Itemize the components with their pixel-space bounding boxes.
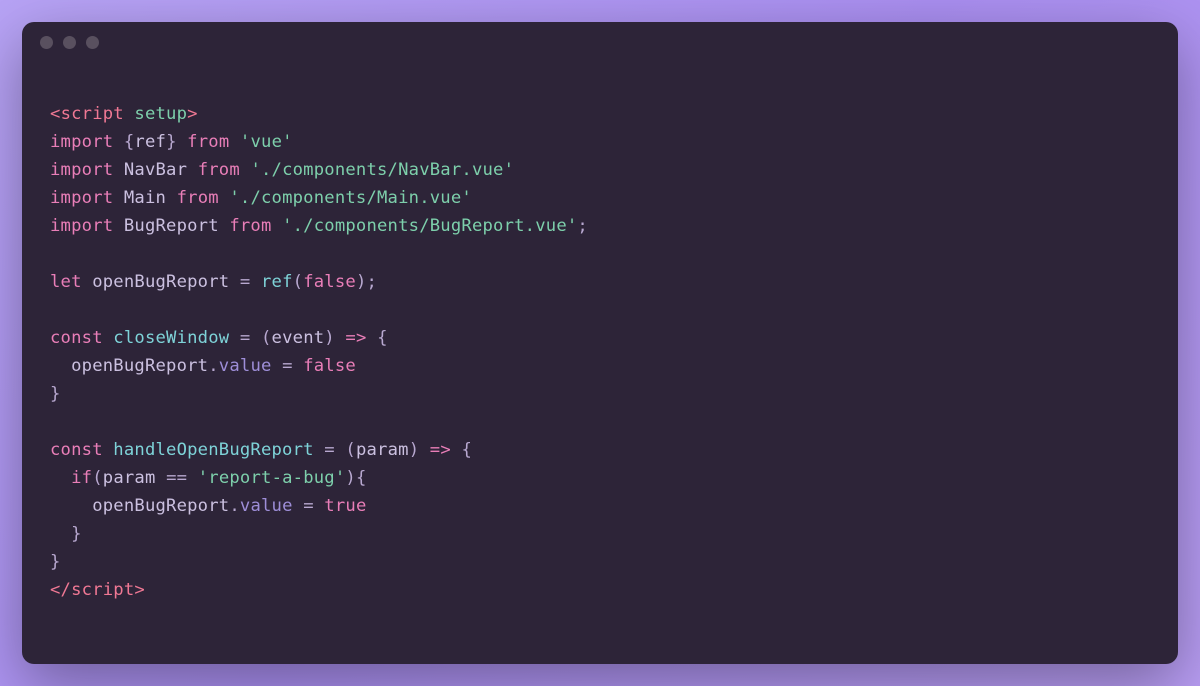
window-minimize-dot[interactable] bbox=[63, 36, 76, 49]
code-line-16: } bbox=[50, 520, 1150, 548]
code-line-10: openBugReport.value = false bbox=[50, 352, 1150, 380]
code-line-15: openBugReport.value = true bbox=[50, 492, 1150, 520]
code-line-blank-6 bbox=[50, 240, 1150, 268]
code-line-blank-8 bbox=[50, 296, 1150, 324]
code-line-11: } bbox=[50, 380, 1150, 408]
window-titlebar bbox=[22, 22, 1178, 62]
window-close-dot[interactable] bbox=[40, 36, 53, 49]
code-line-13: const handleOpenBugReport = (param) => { bbox=[50, 436, 1150, 464]
code-line-4: import Main from './components/Main.vue' bbox=[50, 184, 1150, 212]
code-line-1: <script setup> bbox=[50, 100, 1150, 128]
window-maximize-dot[interactable] bbox=[86, 36, 99, 49]
code-editor-window: <script setup> import {ref} from 'vue' i… bbox=[22, 22, 1178, 664]
code-line-7: let openBugReport = ref(false); bbox=[50, 268, 1150, 296]
code-line-18: </script> bbox=[50, 576, 1150, 604]
code-area[interactable]: <script setup> import {ref} from 'vue' i… bbox=[22, 62, 1178, 624]
code-line-17: } bbox=[50, 548, 1150, 576]
code-line-3: import NavBar from './components/NavBar.… bbox=[50, 156, 1150, 184]
code-line-9: const closeWindow = (event) => { bbox=[50, 324, 1150, 352]
code-line-14: if(param == 'report-a-bug'){ bbox=[50, 464, 1150, 492]
code-line-5: import BugReport from './components/BugR… bbox=[50, 212, 1150, 240]
code-line-blank-12 bbox=[50, 408, 1150, 436]
code-line-2: import {ref} from 'vue' bbox=[50, 128, 1150, 156]
